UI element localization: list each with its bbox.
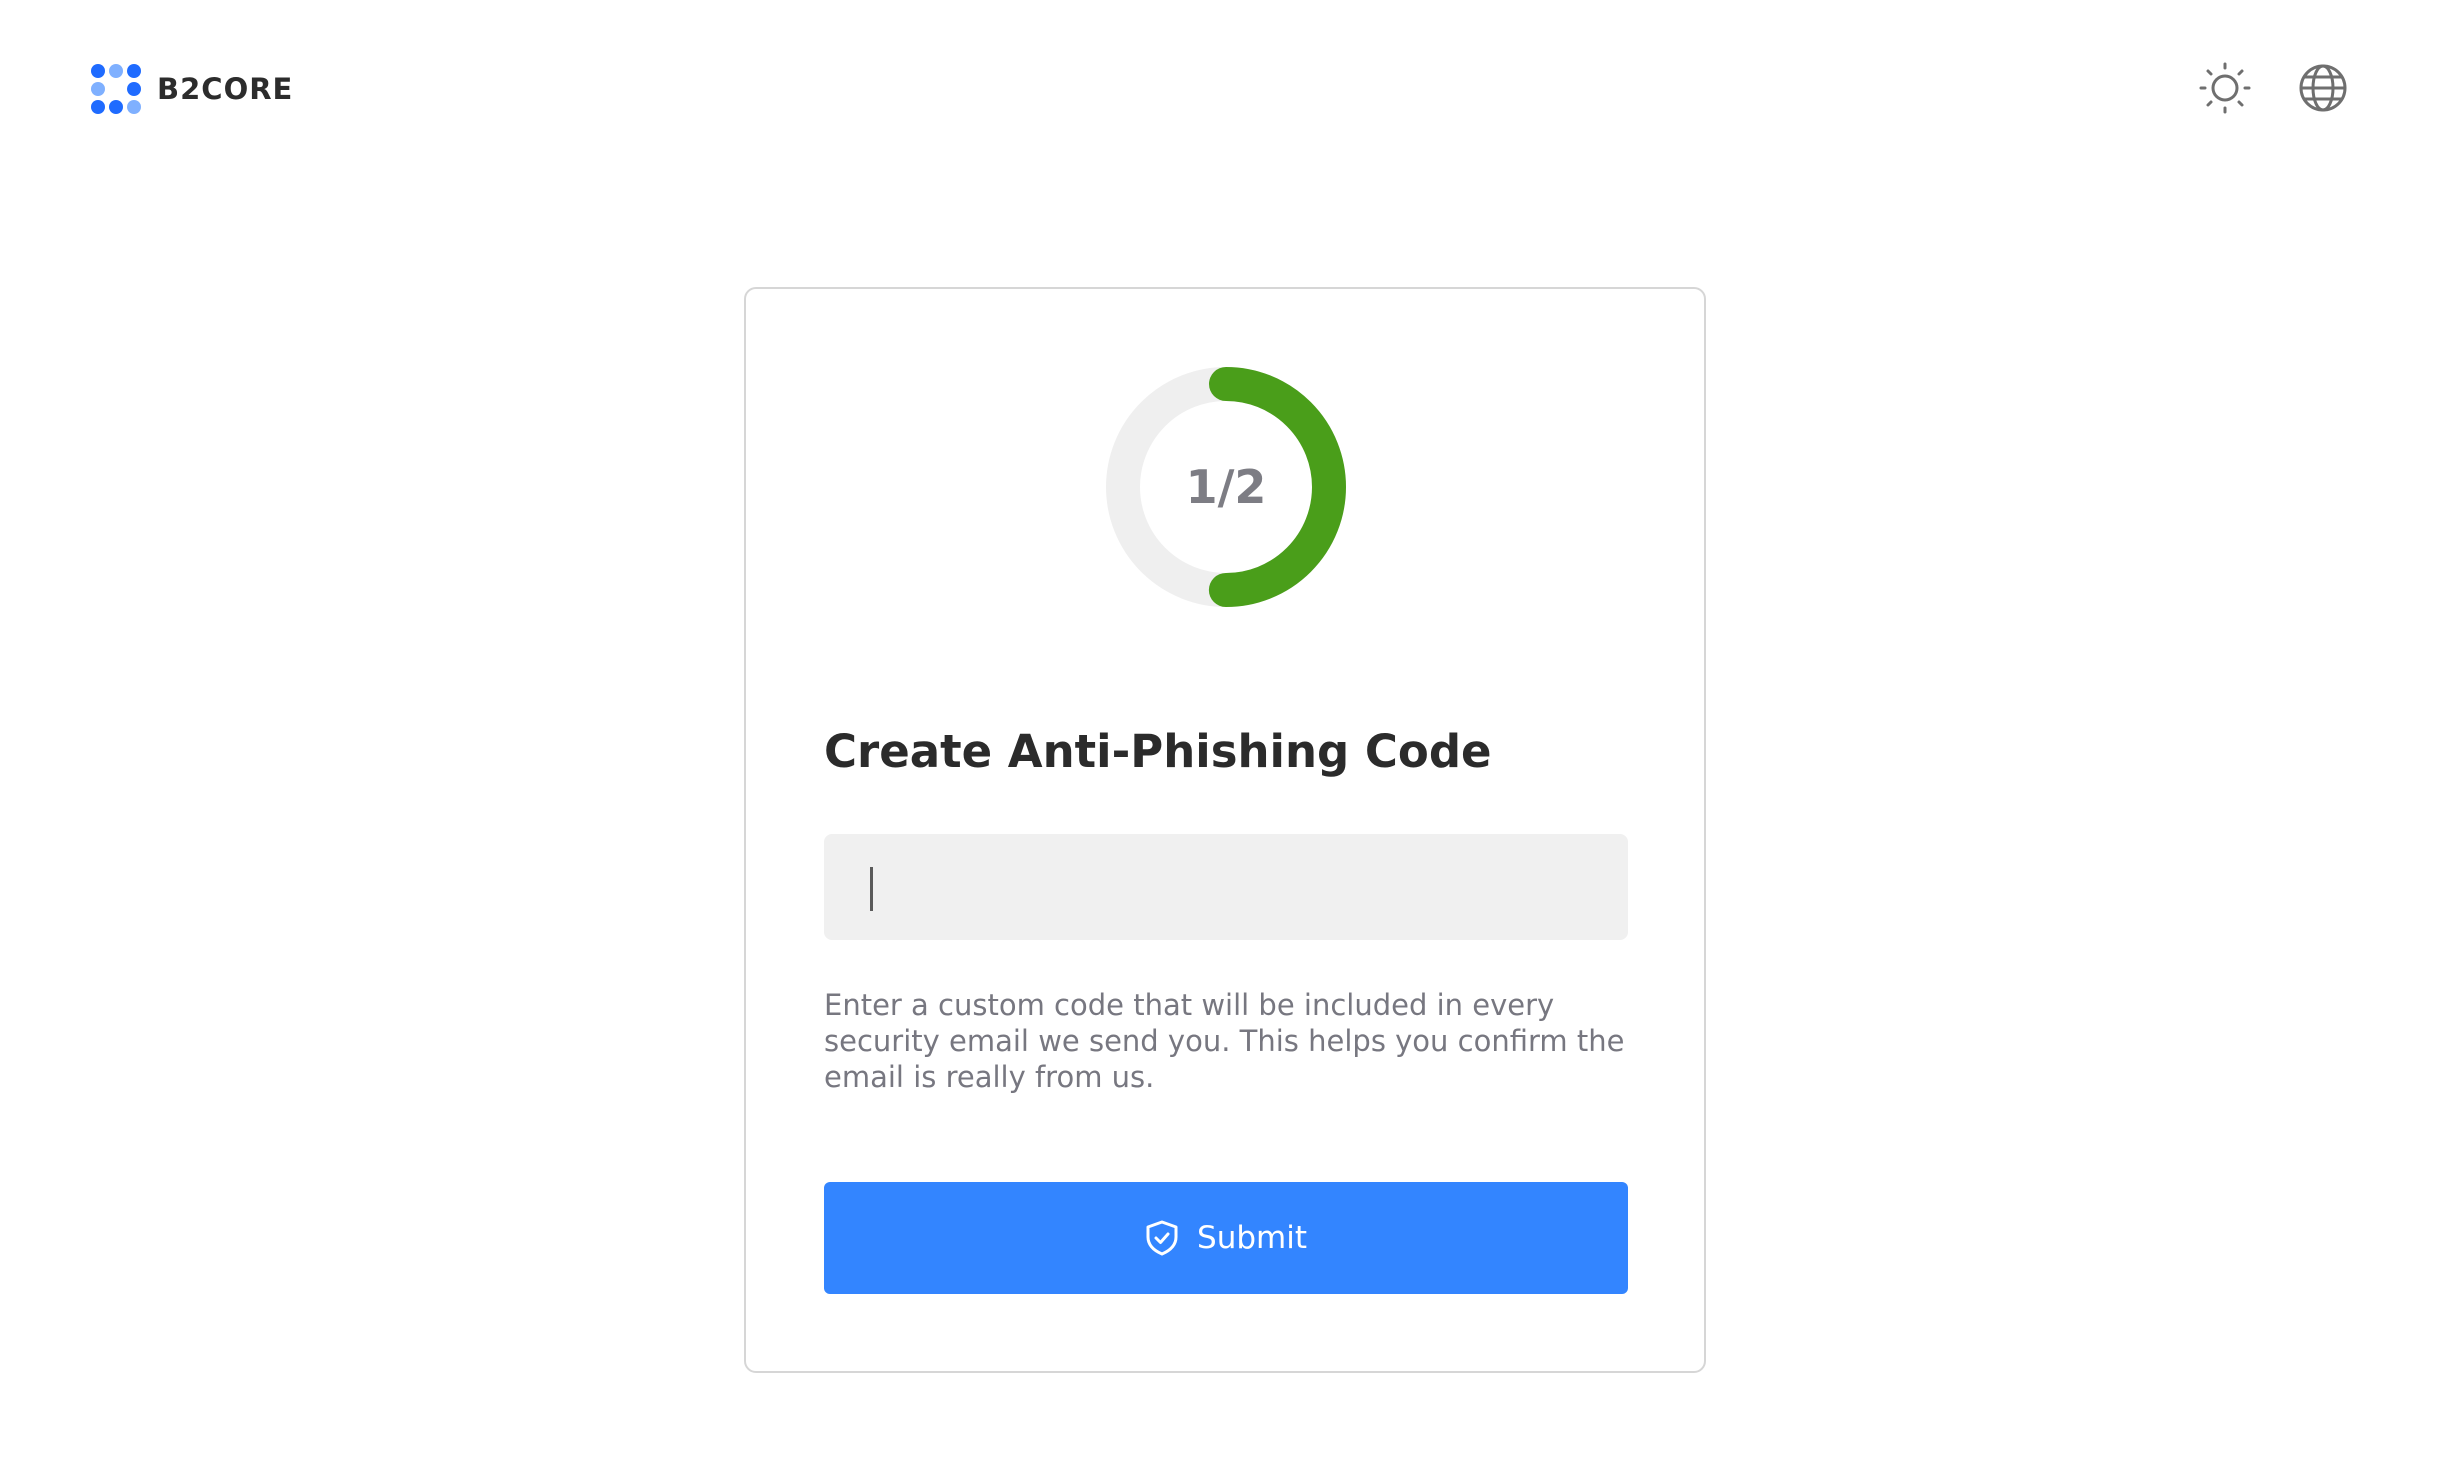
anti-phishing-code-input[interactable] — [824, 834, 1628, 940]
theme-toggle-button[interactable] — [2199, 62, 2251, 114]
submit-button[interactable]: Submit — [824, 1182, 1628, 1294]
text-cursor — [870, 867, 873, 911]
sun-icon — [2199, 62, 2251, 114]
brand-logo-link[interactable]: B2CORE — [91, 64, 293, 114]
header-actions — [2199, 62, 2349, 114]
language-button[interactable] — [2297, 62, 2349, 114]
brand-name: B2CORE — [157, 72, 294, 106]
anti-phishing-card: 1/2 Create Anti-Phishing Code Enter a cu… — [744, 287, 1706, 1373]
page-title: Create Anti-Phishing Code — [824, 725, 1492, 778]
submit-label: Submit — [1197, 1220, 1307, 1256]
step-progress-ring: 1/2 — [1106, 367, 1346, 607]
top-header: B2CORE — [0, 0, 2440, 180]
b2core-logo-icon — [91, 64, 141, 114]
globe-icon — [2299, 64, 2347, 112]
step-counter: 1/2 — [1185, 460, 1267, 514]
page: B2CORE 1/2 Create Anti-Phishing Code Ent… — [0, 0, 2440, 1476]
shield-check-icon — [1146, 1220, 1178, 1256]
code-hint: Enter a custom code that will be include… — [824, 988, 1625, 1094]
